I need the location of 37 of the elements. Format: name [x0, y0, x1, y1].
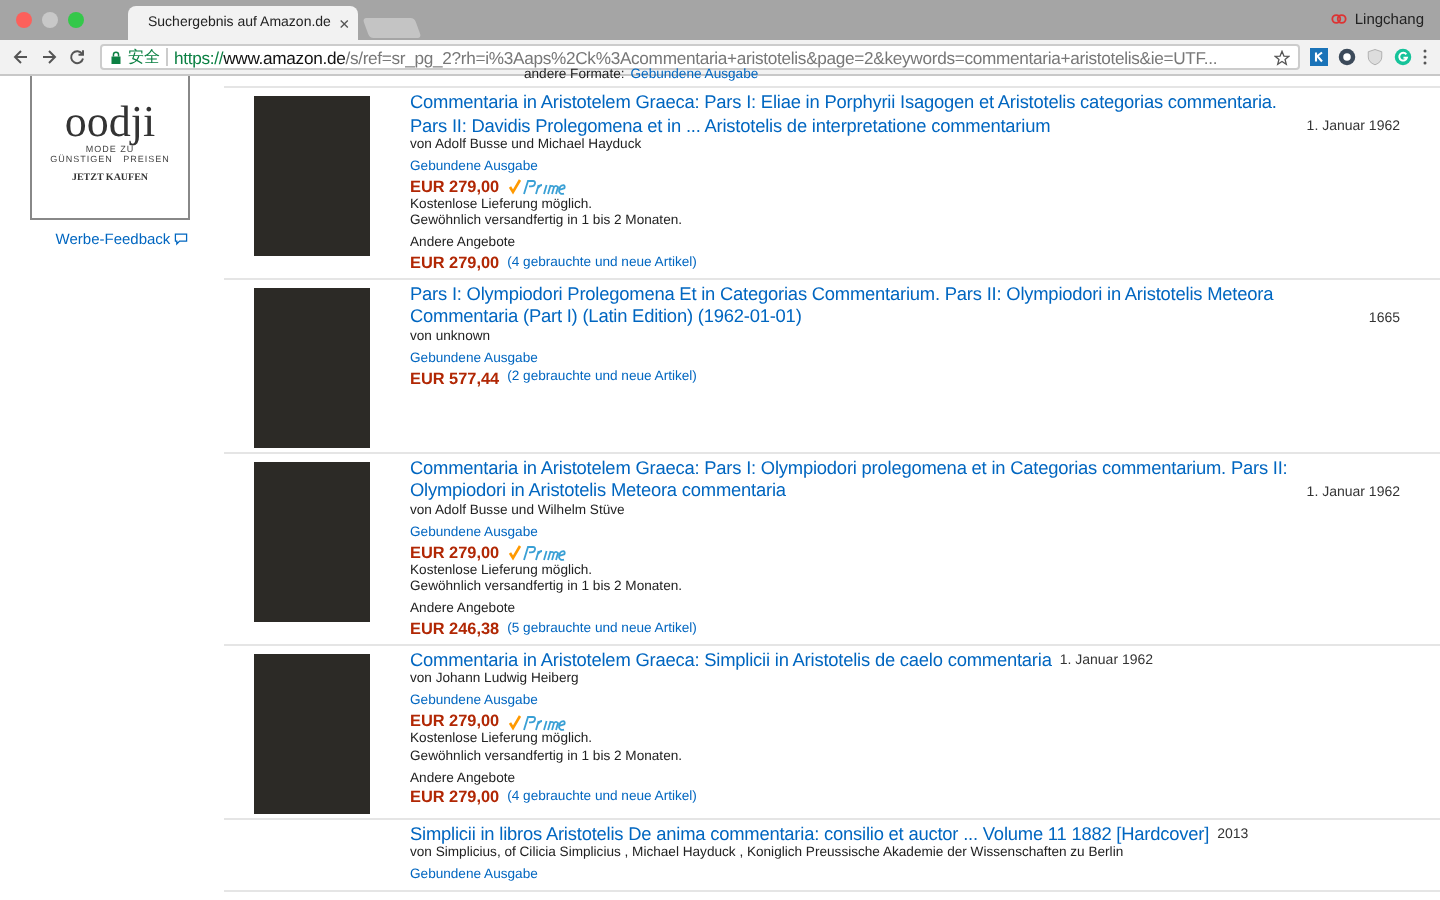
minimize-window-button[interactable]	[42, 12, 58, 28]
product-title-link[interactable]: Commentaria in Aristotelem Graeca: Pars I: Olympiodori prolegomena et in Categorias commentarium. Pars II: Olympiodori in Aristotelis Meteora commentaria	[410, 457, 1299, 504]
product-title-link[interactable]: Pars I: Olympiodori Prolegomena Et in Categorias Commentarium. Pars II: Olympiodori in Aristotelis Meteora Commentaria (Part I) (Latin Edition) (1962-01-01)	[410, 283, 1361, 330]
book-cover[interactable]	[254, 653, 370, 814]
price: EUR 577,44	[410, 369, 500, 390]
price: EUR 279,00	[410, 712, 500, 732]
menu-icon[interactable]	[1422, 48, 1428, 66]
zoom-window-button[interactable]	[68, 12, 84, 28]
offer-price: EUR 279,00	[410, 788, 500, 809]
product-title-link[interactable]: Simplicii in libros Aristotelis De anima commentaria: consilio et auctor ... Volume 11 1882 [Hardcover]	[410, 823, 1210, 847]
k-extension-icon[interactable]	[1310, 48, 1328, 66]
url-text: https://www.amazon.de/s/ref=sr_pg_2?rh=i%3Aaps%2Ck%3Acommentaria+aristotelis&page=2&keywords=commentaria+aristotelis&ie=UTF...	[174, 47, 1220, 67]
offer-price: EUR 279,00	[410, 253, 500, 274]
new-tab-button[interactable]	[362, 18, 422, 38]
grammar-extension-icon[interactable]	[1394, 48, 1412, 66]
forward-icon[interactable]	[40, 48, 58, 66]
book-cover[interactable]	[254, 287, 370, 448]
reload-icon[interactable]	[68, 48, 86, 66]
back-icon[interactable]	[12, 48, 30, 66]
lock-icon	[110, 49, 122, 65]
circle-extension-icon[interactable]	[1338, 48, 1356, 66]
bookmark-star-icon[interactable]	[1274, 49, 1290, 65]
offer-price: EUR 246,38	[410, 619, 500, 640]
ad-logo: oodji	[64, 100, 156, 144]
profile-icon	[1330, 10, 1349, 28]
secure-label: 安全	[128, 46, 160, 68]
speech-bubble-icon	[174, 232, 189, 246]
product-title-link[interactable]: Commentaria in Aristotelem Graeca: Pars I: Eliae in Porphyrii Isagogen et Aristotelis categorias commentaria. Pars II: Davidis Prolegomena et in ... Aristotelis de interpretatione commentarium	[410, 92, 1299, 138]
book-cover[interactable]	[254, 96, 370, 256]
product-title-link[interactable]: Commentaria in Aristotelem Graeca: Simplicii in Aristotelis de caelo commentaria	[410, 649, 1052, 673]
book-cover[interactable]	[254, 461, 370, 622]
price: EUR 279,00	[410, 177, 500, 198]
address-field[interactable]: 安全 https://www.amazon.de/s/ref=sr_pg_2?rh=i%3Aaps%2Ck%3Acommentaria+aristotelis&page=2&keywords=commentaria+aristotelis&ie=UTF...	[100, 44, 1300, 70]
close-window-button[interactable]	[16, 12, 32, 28]
price: EUR 279,00	[410, 543, 500, 564]
tab-close-button[interactable]: ×	[338, 13, 350, 33]
shield-icon[interactable]	[1366, 48, 1384, 66]
